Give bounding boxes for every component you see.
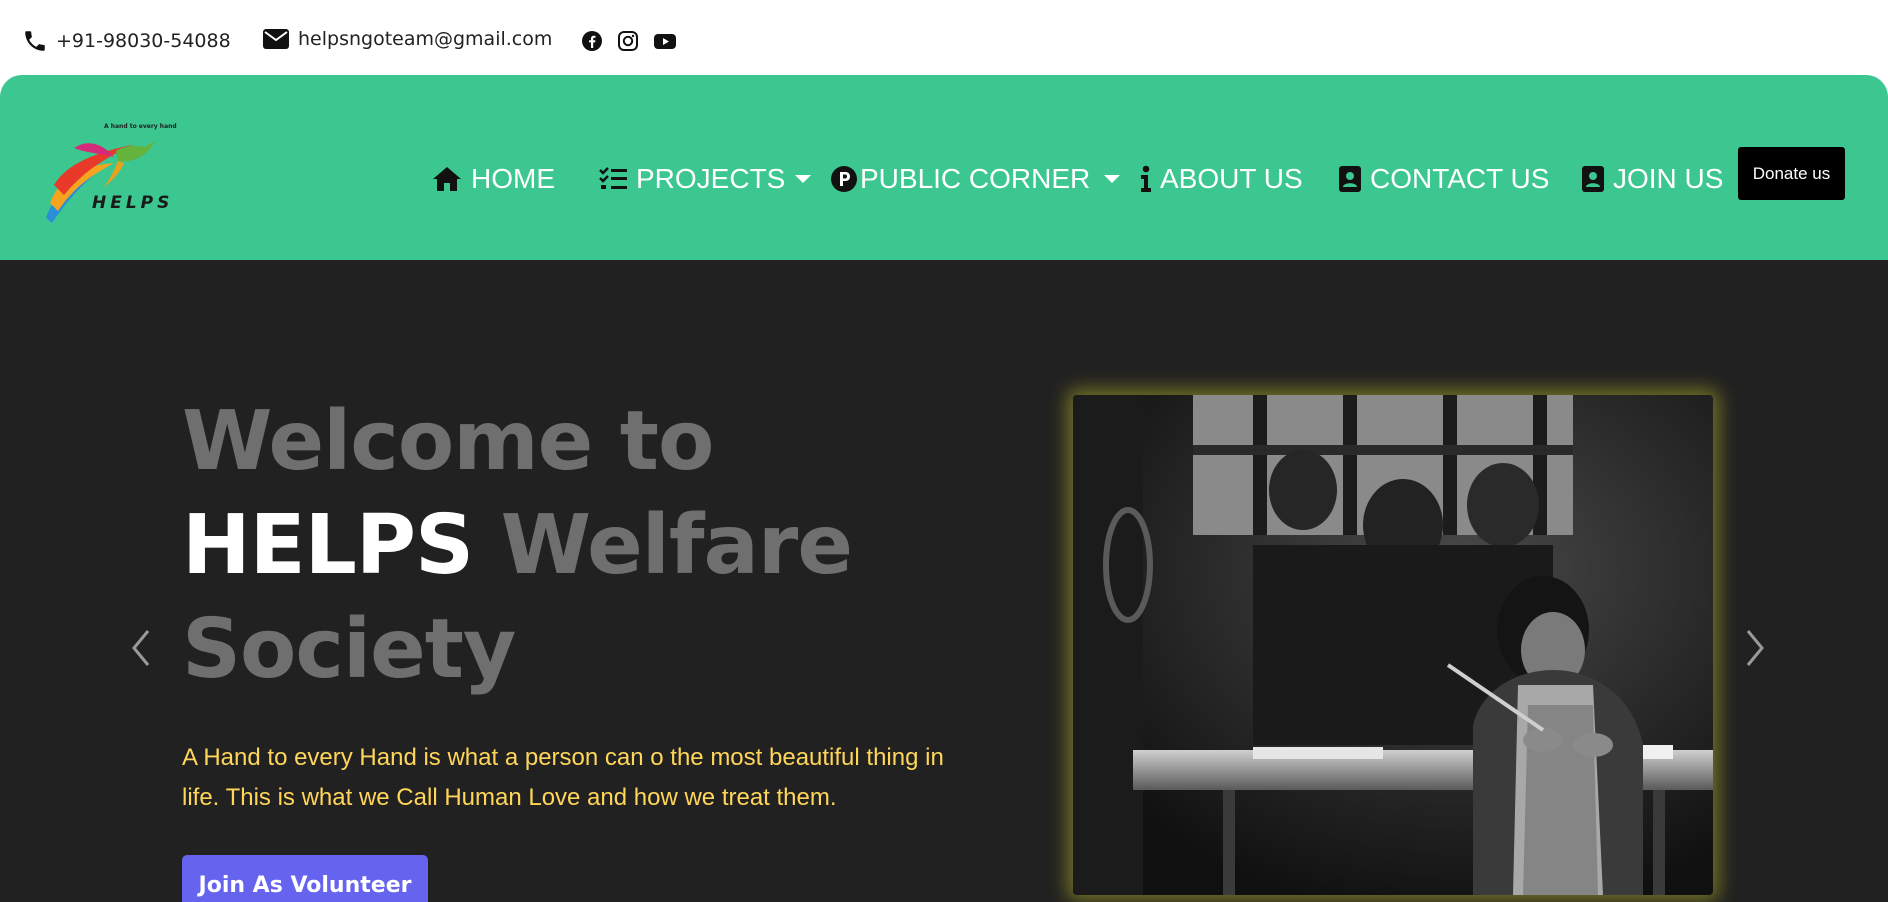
phone-icon xyxy=(25,31,45,51)
hero-title-highlight: HELPS xyxy=(182,498,474,593)
phone-number: +91-98030-54088 xyxy=(56,30,231,52)
logo-name: HELPS xyxy=(92,193,174,213)
hero-title-part1: Welcome to xyxy=(182,394,714,489)
hero-description: A Hand to every Hand is what a person ca… xyxy=(182,744,944,811)
carousel-next-button[interactable] xyxy=(1740,625,1770,671)
hero-carousel: Welcome to HELPS Welfare Society A Hand … xyxy=(0,260,1888,902)
p-circle-icon xyxy=(831,166,857,192)
facebook-icon[interactable] xyxy=(581,30,603,52)
email-address: helpsngoteam@gmail.com xyxy=(298,28,553,50)
contact-book-icon xyxy=(1339,166,1361,192)
youtube-icon[interactable] xyxy=(653,30,676,52)
phone-contact[interactable]: +91-98030-54088 xyxy=(22,28,231,54)
chevron-right-icon xyxy=(1746,630,1764,666)
nav-item-join-us[interactable]: JOIN US xyxy=(1581,157,1723,201)
hero-photo-child-studying xyxy=(1073,395,1713,895)
contact-book-icon xyxy=(1582,166,1604,192)
top-contact-bar: +91-98030-54088 helpsngoteam@gmail.com xyxy=(0,0,1888,75)
nav-label-public-corner: PUBLIC CORNER xyxy=(860,163,1091,194)
nav-item-about-us[interactable]: ABOUT US xyxy=(1140,157,1303,201)
info-icon xyxy=(1141,165,1151,192)
email-contact[interactable]: helpsngoteam@gmail.com xyxy=(262,28,552,50)
nav-item-contact-us[interactable]: CONTACT US xyxy=(1338,157,1549,201)
nav-label-home: HOME xyxy=(471,163,555,194)
list-check-icon xyxy=(599,167,627,189)
chevron-down-icon xyxy=(1104,175,1121,183)
hero-title-part3: Society xyxy=(182,602,516,697)
nav-item-home[interactable]: HOME xyxy=(431,157,555,201)
join-as-volunteer-button[interactable]: Join As Volunteer xyxy=(182,855,428,902)
instagram-icon[interactable] xyxy=(617,30,639,52)
photo-illustration xyxy=(1073,395,1713,895)
chevron-down-icon xyxy=(795,175,812,183)
main-navbar: A hand to every hand HELPS HOME PROJECTS… xyxy=(0,75,1888,260)
logo-tagline: A hand to every hand xyxy=(104,123,177,130)
nav-item-public-corner[interactable]: PUBLIC CORNER xyxy=(830,157,1121,201)
chevron-left-icon xyxy=(132,630,150,666)
nav-item-projects[interactable]: PROJECTS xyxy=(598,157,812,201)
nav-label-contact-us: CONTACT US xyxy=(1370,163,1550,194)
helps-logo[interactable]: A hand to every hand HELPS xyxy=(44,123,177,227)
nav-label-projects: PROJECTS xyxy=(636,163,786,194)
social-links xyxy=(581,30,676,52)
nav-label-join-us: JOIN US xyxy=(1613,163,1724,194)
donate-button[interactable]: Donate us xyxy=(1738,147,1845,200)
home-icon xyxy=(433,167,461,191)
hero-title-part2: Welfare xyxy=(500,498,853,593)
nav-label-about-us: ABOUT US xyxy=(1160,163,1303,194)
carousel-prev-button[interactable] xyxy=(126,625,156,671)
hero-title: Welcome to HELPS Welfare Society xyxy=(182,390,942,702)
envelope-icon xyxy=(263,29,289,49)
